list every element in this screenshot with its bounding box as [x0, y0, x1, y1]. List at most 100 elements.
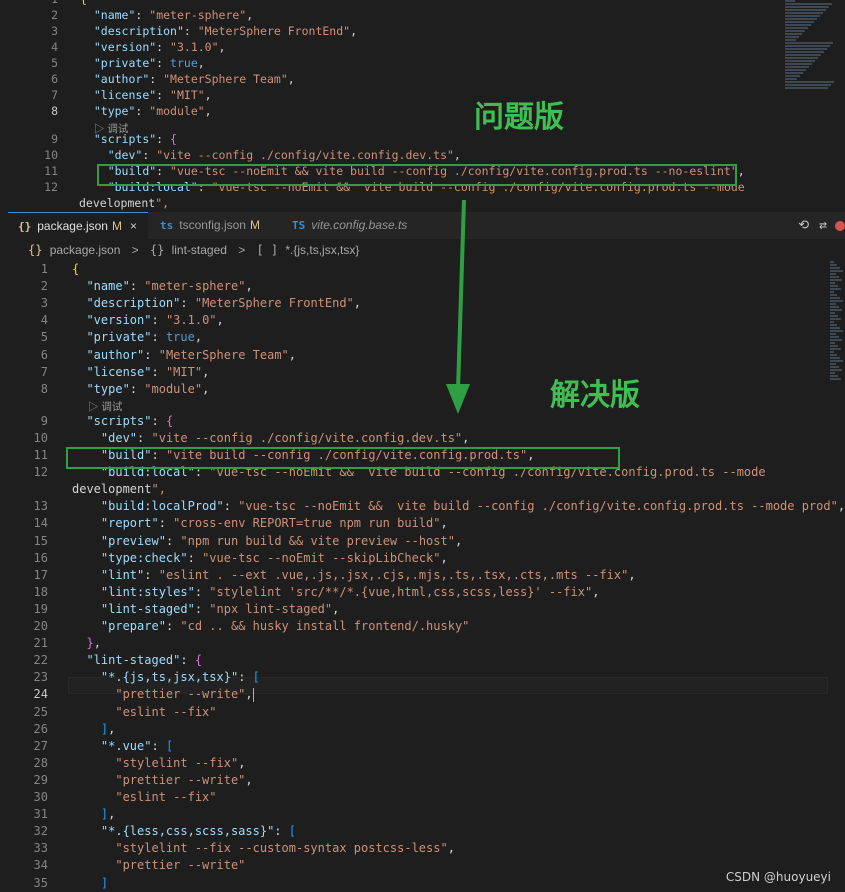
minimap-line [830, 288, 841, 290]
solution-label: 解决版 [550, 378, 640, 413]
tab-vite-config-base[interactable]: TS vite.config.base.ts [282, 212, 428, 239]
json-file-icon: {} [28, 243, 43, 257]
breadcrumb-separator: > [131, 243, 139, 257]
minimap-line [830, 372, 835, 374]
minimap-line [785, 3, 832, 5]
minimap-line [830, 369, 842, 371]
code-text: "lint-staged": { [86, 653, 203, 668]
minimap-line [830, 291, 834, 293]
minimap-line [830, 378, 841, 380]
line-number: 34 [33, 858, 48, 873]
line-number: 17 [33, 567, 48, 582]
minimap-line [785, 84, 831, 86]
code-text: ], [100, 721, 116, 736]
line-number: 10 [44, 148, 58, 162]
line-number: 29 [33, 772, 48, 787]
breadcrumb-file[interactable]: package.json [50, 243, 121, 257]
code-text: }, [86, 636, 101, 651]
line-number: 22 [33, 653, 48, 668]
code-text: "description": "MeterSphere FrontEnd", [93, 24, 358, 38]
minimap-line [785, 63, 812, 65]
code-text: "dev": "vite --config ./config/vite.conf… [100, 430, 470, 445]
minimap-line [830, 261, 834, 263]
minimap-line [830, 300, 843, 302]
line-number: 12 [44, 180, 58, 194]
code-text: "scripts": { [93, 132, 177, 146]
code-text: "license": "MIT", [93, 88, 212, 102]
minimap-line [830, 306, 839, 308]
minimap-line [830, 294, 837, 296]
problem-label: 问题版 [474, 100, 564, 135]
minimap-line [830, 366, 839, 368]
line-number: 24 [33, 687, 48, 702]
minimap-line [830, 327, 840, 329]
line-number: 11 [33, 448, 48, 462]
tab-bar: {} package.json M × ts tsconfig.json M TS vite… [8, 212, 845, 239]
code-text: "description": "MeterSphere FrontEnd", [86, 296, 362, 311]
code-text: "lint:styles": "stylelint 'src/**/*.{vue… [100, 584, 600, 599]
breadcrumb-separator: > [238, 243, 246, 257]
minimap-line [785, 51, 824, 53]
close-icon[interactable]: × [130, 219, 137, 233]
line-number: 28 [33, 755, 48, 770]
array-icon: [ ] [256, 243, 279, 257]
code-text: "*.{js,ts,jsx,tsx}": [ [100, 670, 260, 685]
code-text: "type:check": "vue-tsc --noEmit --skipLi… [100, 550, 448, 565]
minimap-line [830, 279, 842, 281]
code-text: "eslint --fix" [115, 704, 217, 719]
minimap-line [785, 66, 809, 68]
debug-codelens[interactable]: ▷ 调试 [88, 399, 122, 414]
problem-minimap[interactable] [785, 0, 835, 90]
code-text: "author": "MeterSphere Team", [86, 347, 296, 362]
line-number: 16 [33, 550, 48, 565]
line-number: 30 [33, 790, 48, 804]
line-number: 2 [40, 279, 48, 294]
code-text: "license": "MIT", [86, 364, 210, 379]
code-text: "prettier --write", [115, 687, 254, 702]
line-number: 33 [33, 841, 48, 856]
minimap-line [830, 348, 841, 350]
minimap-line [830, 303, 836, 305]
compare-changes-icon[interactable]: ⇄ [819, 218, 827, 233]
code-text: "stylelint --fix --custom-syntax postcss… [115, 841, 455, 856]
minimap-line [785, 6, 829, 8]
line-number: 12 [33, 465, 48, 480]
line-number: 4 [40, 313, 48, 328]
minimap-line [785, 45, 830, 47]
code-text: "lint": "eslint . --ext .vue,.js,.jsx,.c… [100, 567, 636, 582]
line-number: 4 [51, 40, 58, 54]
line-number: 7 [40, 364, 48, 379]
line-number: 11 [44, 164, 58, 178]
code-text: "stylelint --fix", [115, 755, 246, 770]
object-icon: {} [149, 243, 165, 257]
typescript-file-icon: TS [292, 219, 306, 232]
minimap-line [785, 30, 805, 32]
code-text: "lint-staged": "npx lint-staged", [100, 601, 340, 616]
code-text: "private": true, [93, 56, 205, 70]
arrow-down-icon [446, 199, 470, 414]
line-number: 14 [33, 516, 48, 531]
code-text: "type": "module", [86, 381, 210, 396]
breadcrumb-node[interactable]: lint-staged [172, 243, 227, 257]
minimap-line [785, 15, 820, 17]
solution-minimap[interactable] [830, 261, 844, 381]
minimap-line [785, 33, 802, 35]
solution-code-area[interactable]: 1 {2 "name": "meter-sphere", 3 "descriptio… [8, 261, 845, 892]
extension-icon[interactable] [835, 220, 845, 231]
line-number: 15 [33, 533, 48, 548]
code-text: "prettier --write" [115, 858, 246, 873]
minimap-line [830, 345, 838, 347]
tab-package-json[interactable]: {} package.json M × [8, 212, 148, 239]
timeline-icon[interactable]: ⟲ [798, 218, 809, 233]
code-text: "*.vue": [ [100, 738, 174, 753]
line-number: 8 [51, 104, 58, 118]
minimap-line [785, 57, 818, 59]
code-text: "private": true, [86, 330, 203, 345]
tab-tsconfig-json[interactable]: ts tsconfig.json M [150, 212, 280, 239]
code-text: { [72, 262, 80, 276]
breadcrumb-leaf[interactable]: *.{js,ts,jsx,tsx} [285, 243, 359, 257]
minimap-line [785, 27, 808, 29]
minimap-line [830, 318, 841, 320]
line-number: 6 [40, 347, 48, 362]
line-number: 2 [51, 8, 58, 22]
